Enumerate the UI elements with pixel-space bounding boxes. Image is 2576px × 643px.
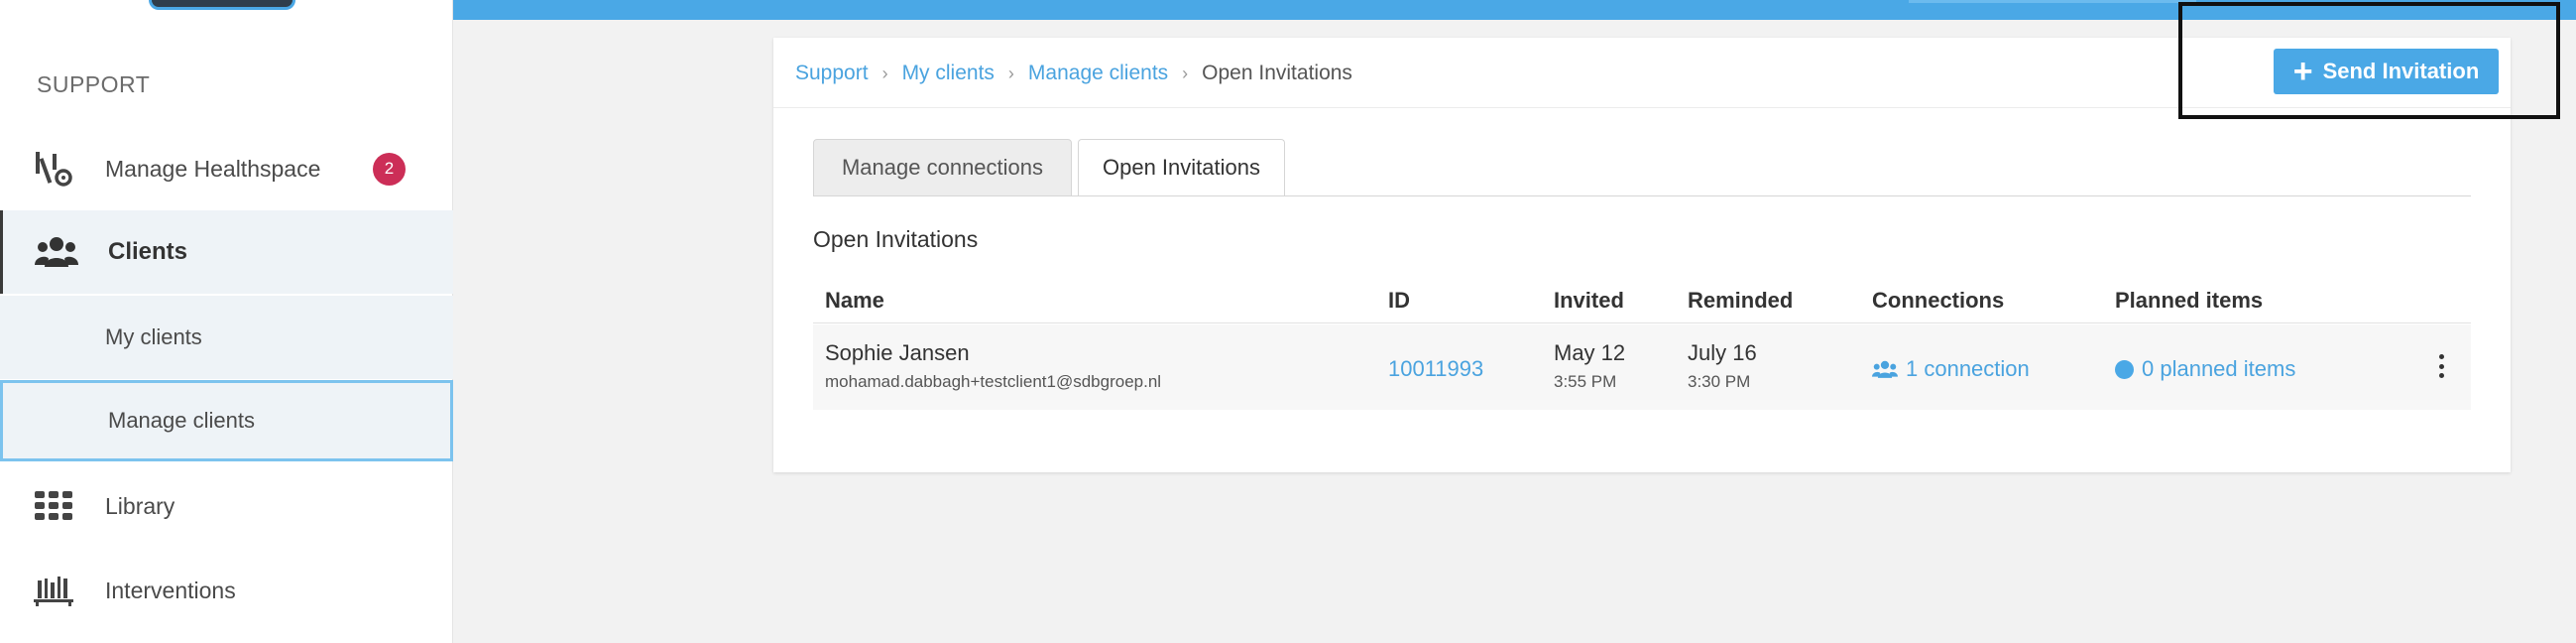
column-header-planned-items: Planned items [2115,288,2264,313]
connections-link[interactable]: 1 connection [1872,356,2030,382]
healthspace-settings-icon [32,147,75,191]
users-icon [1872,360,1898,378]
column-header-id: ID [1388,288,1410,313]
grid-icon [32,484,75,528]
planned-items-link[interactable]: 0 planned items [2115,356,2295,382]
tab-open-invitations[interactable]: Open Invitations [1078,139,1285,196]
sidebar-item-label: Interventions [105,577,236,603]
card-header-divider [773,107,2511,108]
notification-badge: 2 [373,152,406,186]
column-header-name: Name [825,288,884,313]
sidebar-item-label: Clients [108,238,188,265]
send-invitation-label: Send Invitation [2322,59,2480,83]
sidebar-item-interventions[interactable]: Interventions [0,549,453,632]
open-invitations-card: Support › My clients › Manage clients › … [773,38,2511,472]
breadcrumb-link-support[interactable]: Support [795,62,869,85]
column-header-invited: Invited [1554,288,1624,313]
planned-items-label: 0 planned items [2142,356,2296,381]
client-name: Sophie Jansen [825,340,970,365]
reminded-date: July 16 [1688,340,1757,365]
sidebar-section-title: SUPPORT [37,71,151,97]
column-header-connections: Connections [1872,288,2005,313]
users-icon [35,230,78,274]
chevron-right-icon: › [881,63,888,83]
client-email: mohamad.dabbagh+testclient1@sdbgroep.nl [825,372,1162,391]
connections-label: 1 connection [1906,356,2030,381]
sidebar-item-manage-healthspace[interactable]: Manage Healthspace 2 [0,127,453,210]
invited-date: May 12 [1554,340,1626,365]
more-options-icon[interactable] [2435,354,2447,378]
plus-icon: + [2292,53,2313,90]
column-header-reminded: Reminded [1688,288,1794,313]
section-heading: Open Invitations [813,226,979,252]
top-header-bar [453,0,2576,20]
app-logo[interactable] [149,0,295,10]
header-search-strip[interactable] [1909,0,2196,3]
sidebar-subitem-manage-clients[interactable]: Manage clients [0,380,453,461]
chevron-right-icon: › [1007,63,1014,83]
bookshelf-icon [32,569,75,612]
tab-manage-connections[interactable]: Manage connections [813,139,1072,196]
tabs-divider [813,195,2471,196]
breadcrumb-link-manage-clients[interactable]: Manage clients [1028,62,1168,85]
chevron-right-icon: › [1182,63,1189,83]
reminded-time: 3:30 PM [1688,372,1751,391]
sidebar-item-library[interactable]: Library [0,464,453,548]
breadcrumb-link-my-clients[interactable]: My clients [902,62,995,85]
sidebar: SUPPORT Manage Healthspace 2 Clients My … [0,0,453,643]
client-id-link[interactable]: 10011993 [1388,356,1483,382]
invited-time: 3:55 PM [1554,372,1617,391]
table-row[interactable]: Sophie Jansen mohamad.dabbagh+testclient… [813,324,2471,410]
breadcrumb-current: Open Invitations [1202,62,1352,84]
sidebar-item-label: My clients [105,324,202,349]
sidebar-item-label: Manage clients [108,408,255,433]
sidebar-subitem-my-clients[interactable]: My clients [0,296,453,379]
send-invitation-button[interactable]: + Send Invitation [2274,49,2499,94]
table-header: Name ID Invited Reminded Connections Pla… [813,276,2471,323]
breadcrumb: Support › My clients › Manage clients › … [795,62,1352,85]
sidebar-item-label: Manage Healthspace [105,155,321,182]
sidebar-item-clients[interactable]: Clients [0,210,453,294]
sidebar-item-label: Library [105,492,176,519]
status-dot-icon [2115,359,2134,379]
